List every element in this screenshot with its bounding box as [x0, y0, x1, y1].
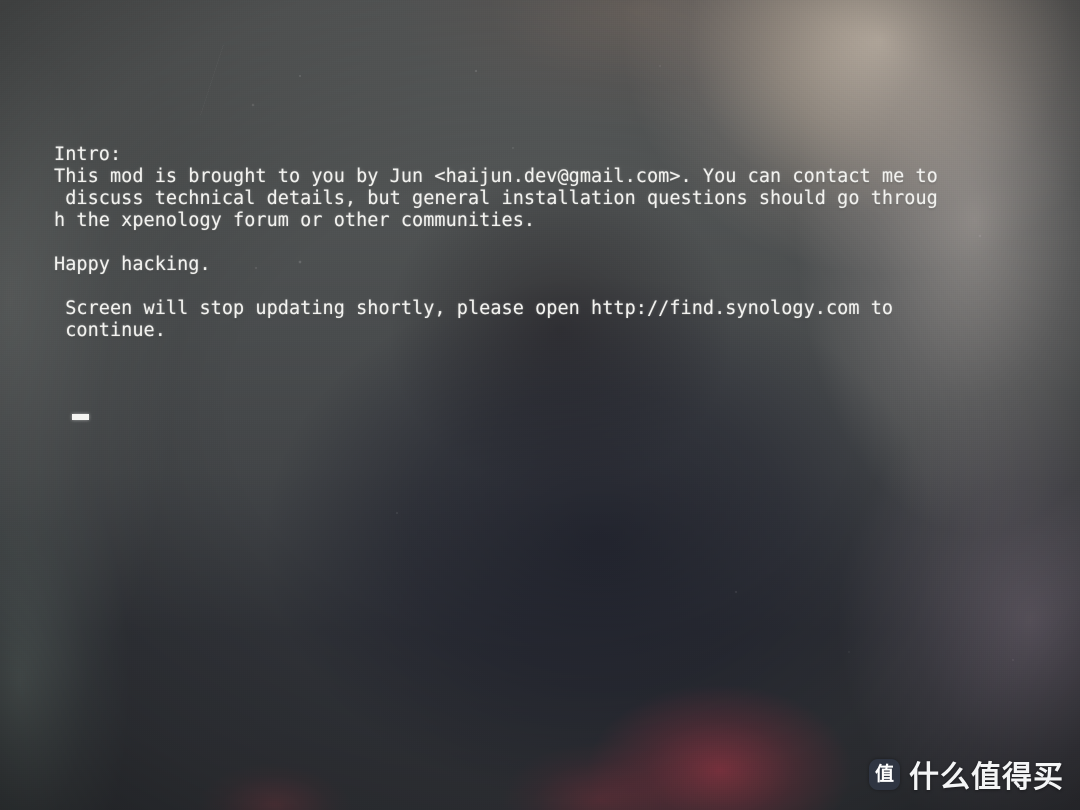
smzdm-logo-icon: 值: [869, 758, 900, 790]
console-line-happy-hacking: Happy hacking.: [54, 254, 211, 275]
right-side-glare: [0, 0, 1080, 810]
monitor-photo-screen: Intro: This mod is brought to you by Jun…: [0, 0, 1080, 810]
top-middle-glare: [0, 0, 1080, 810]
console-line-spacer-2: [54, 276, 1080, 298]
block-cursor: [72, 414, 89, 420]
panel-base-gradient: [0, 0, 1080, 810]
left-edge-glare: [0, 0, 1080, 810]
lens-vignette: [0, 0, 1080, 810]
watermark-text: 什么值得买: [909, 760, 1064, 795]
photographer-silhouette-shadow: [0, 0, 1080, 810]
bottom-red-lamp-glow: [0, 0, 1080, 810]
console-line-credit-wrap-2: h the xpenology forum or other communiti…: [54, 210, 536, 231]
console-line-spacer-1: [54, 232, 1080, 254]
sensor-grain-overlay: [0, 0, 1080, 810]
console-line-screen-notice-wrap: continue.: [54, 320, 166, 341]
lower-right-violet-glow: [0, 0, 1080, 810]
lower-left-teal-glow: [0, 0, 1080, 810]
console-line-credit-wrap-1: discuss technical details, but general i…: [54, 188, 938, 209]
center-dark-reflection: [0, 0, 1080, 810]
console-cursor-row: [72, 414, 89, 420]
smzdm-logo-glyph: 值: [874, 762, 894, 785]
console-line-screen-notice: Screen will stop updating shortly, pleas…: [54, 298, 894, 319]
watermark: 值 什么值得买: [869, 752, 1064, 796]
console-line-intro-heading: Intro:: [54, 144, 122, 165]
console-line-credit: This mod is brought to you by Jun <haiju…: [54, 166, 938, 187]
screen-scratch-overlay: [0, 0, 1080, 810]
dust-speck-overlay: [0, 0, 1080, 810]
warm-reflection-glare: [0, 0, 1080, 810]
boot-console-text: Intro: This mod is brought to you by Jun…: [54, 144, 1080, 420]
